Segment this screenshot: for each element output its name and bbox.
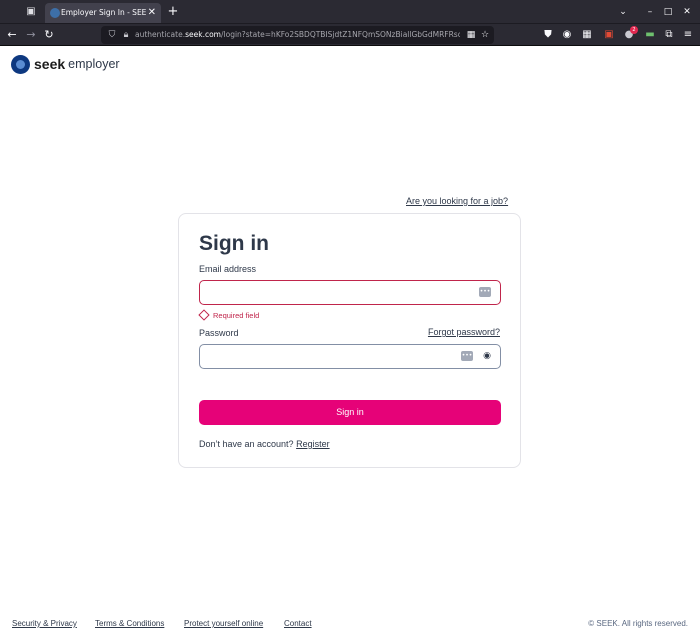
- password-label: Password: [199, 328, 239, 338]
- url-text[interactable]: authenticate.seek.com/login?state=hKFo2S…: [135, 29, 460, 41]
- email-error-text: Required field: [213, 310, 260, 320]
- warning-diamond-icon: [198, 309, 210, 321]
- back-arrow-icon[interactable]: ←: [5, 27, 19, 43]
- email-error: Required field: [198, 309, 260, 321]
- close-window-button[interactable]: ✕: [680, 5, 694, 19]
- menu-hamburger-icon[interactable]: ≡: [681, 27, 695, 43]
- footer-link-contact[interactable]: Contact: [284, 619, 312, 628]
- seek-favicon-icon: [50, 8, 60, 18]
- seek-logo-icon: [11, 54, 30, 74]
- browser-tab-bar: ▣ Employer Sign In - SEEK E ✕ + ⌄ – □ ✕: [0, 0, 700, 24]
- new-tab-button[interactable]: +: [166, 4, 180, 20]
- grid-icon[interactable]: ▦: [465, 28, 477, 42]
- show-password-eye-icon[interactable]: ◉: [481, 350, 493, 362]
- job-seeker-link[interactable]: Are you looking for a job?: [406, 196, 508, 206]
- minimize-window-button[interactable]: –: [643, 5, 657, 19]
- shield-icon[interactable]: ⛉: [106, 28, 118, 42]
- account-icon[interactable]: ◉: [560, 27, 574, 43]
- footer-link-terms-conditions[interactable]: Terms & Conditions: [95, 619, 164, 628]
- bookmark-star-icon[interactable]: ☆: [479, 28, 491, 42]
- password-field[interactable]: [206, 349, 456, 364]
- reload-icon[interactable]: ↻: [42, 27, 56, 43]
- extension-badge: 2: [630, 26, 638, 34]
- seek-employer-logo[interactable]: seek employer: [11, 54, 120, 74]
- email-label: Email address: [199, 264, 257, 274]
- pocket-icon[interactable]: ⛊: [541, 27, 555, 43]
- forward-arrow-icon[interactable]: →: [24, 27, 38, 43]
- password-manager-icon[interactable]: •••: [479, 287, 491, 297]
- browser-tab-active[interactable]: Employer Sign In - SEEK E ✕: [45, 3, 161, 23]
- sign-in-button[interactable]: Sign in: [199, 400, 501, 425]
- extensions-grid-icon[interactable]: ▦: [580, 27, 594, 43]
- email-field-container: •••: [199, 280, 501, 305]
- sign-in-card: Sign in Email address ••• Required field…: [178, 213, 521, 468]
- register-link[interactable]: Register: [296, 439, 330, 449]
- puzzle-extensions-icon[interactable]: ⧉: [662, 27, 676, 43]
- maximize-window-button[interactable]: □: [661, 5, 675, 19]
- no-account-text: Don’t have an account?: [199, 439, 294, 449]
- register-prompt: Don’t have an account? Register: [199, 439, 330, 449]
- password-manager-icon[interactable]: •••: [461, 351, 473, 361]
- footer-link-security-privacy[interactable]: Security & Privacy: [12, 619, 77, 628]
- page-title: Sign in: [199, 232, 269, 255]
- logo-seek-text: seek: [34, 56, 66, 72]
- red-extension-icon[interactable]: ▣: [602, 27, 616, 43]
- password-field-container: ••• ◉: [199, 344, 501, 369]
- close-tab-icon[interactable]: ✕: [148, 6, 156, 20]
- notification-extension-icon[interactable]: ● 2: [622, 26, 638, 43]
- footer-link-protect-yourself[interactable]: Protect yourself online: [184, 619, 263, 628]
- lock-icon[interactable]: 🔒︎: [120, 28, 132, 42]
- green-extension-icon[interactable]: ▬: [643, 27, 657, 43]
- forgot-password-link[interactable]: Forgot password?: [428, 327, 500, 337]
- list-all-tabs-icon[interactable]: ⌄: [616, 5, 630, 19]
- email-field[interactable]: [206, 285, 456, 300]
- tab-list-icon[interactable]: ▣: [24, 5, 38, 19]
- browser-navigation-bar: ← → ↻ ⛉ 🔒︎ authenticate.seek.com/login?s…: [0, 24, 700, 46]
- copyright-text: © SEEK. All rights reserved.: [588, 619, 688, 628]
- logo-employer-text: employer: [68, 57, 120, 71]
- tab-title: Employer Sign In - SEEK E: [61, 8, 147, 17]
- address-bar[interactable]: ⛉ 🔒︎ authenticate.seek.com/login?state=h…: [101, 26, 494, 44]
